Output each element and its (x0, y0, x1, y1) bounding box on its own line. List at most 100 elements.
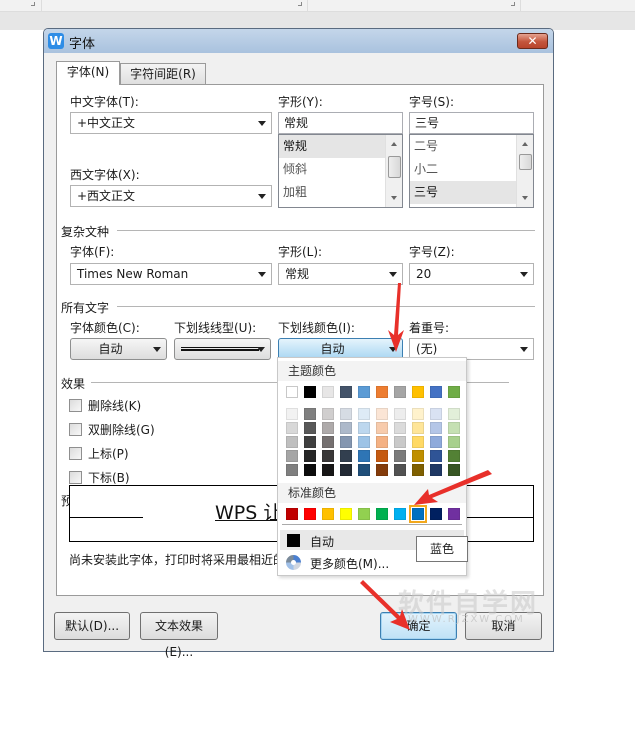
superscript-checkbox[interactable] (69, 447, 82, 460)
theme-shade-swatch[interactable] (448, 422, 460, 434)
size-option[interactable]: 小二 (410, 158, 533, 181)
theme-shade-swatch[interactable] (286, 450, 298, 462)
chinese-font-select[interactable]: +中文正文 (70, 112, 272, 134)
style-input[interactable]: 常规 (278, 112, 403, 134)
double-strikethrough-checkbox[interactable] (69, 423, 82, 436)
size-input[interactable]: 三号 (409, 112, 534, 134)
theme-color-swatch[interactable] (448, 386, 460, 398)
theme-shade-swatch[interactable] (430, 464, 442, 476)
style-option[interactable]: 倾斜 (279, 158, 402, 181)
auto-color-label[interactable]: 自动 (310, 533, 334, 550)
theme-shade-swatch[interactable] (322, 436, 334, 448)
theme-color-swatch[interactable] (394, 386, 406, 398)
superscript-label[interactable]: 上标(P) (88, 445, 129, 462)
complex-style-select[interactable]: 常规 (278, 263, 403, 285)
strikethrough-checkbox[interactable] (69, 399, 82, 412)
theme-shade-swatch[interactable] (376, 422, 388, 434)
size-option[interactable]: 三号 (410, 181, 533, 204)
size-option[interactable]: 二号 (410, 135, 533, 158)
theme-shade-swatch[interactable] (340, 464, 352, 476)
theme-shade-swatch[interactable] (304, 464, 316, 476)
standard-color-swatch-selected[interactable] (409, 505, 427, 523)
theme-shade-swatch[interactable] (394, 408, 406, 420)
theme-shade-swatch[interactable] (376, 408, 388, 420)
standard-color-swatch[interactable] (322, 508, 334, 520)
theme-shade-swatch[interactable] (412, 436, 424, 448)
standard-color-swatch[interactable] (376, 508, 388, 520)
size-listbox[interactable]: 二号 小二 三号 (409, 134, 534, 208)
theme-shade-swatch[interactable] (322, 422, 334, 434)
theme-color-swatch[interactable] (304, 386, 316, 398)
standard-color-swatch[interactable] (304, 508, 316, 520)
theme-shade-swatch[interactable] (376, 436, 388, 448)
scroll-up-icon[interactable] (391, 142, 397, 146)
theme-shade-swatch[interactable] (448, 464, 460, 476)
theme-shade-swatch[interactable] (304, 422, 316, 434)
underline-type-select[interactable] (174, 338, 271, 360)
theme-shade-swatch[interactable] (358, 408, 370, 420)
theme-color-swatch[interactable] (340, 386, 352, 398)
theme-shade-swatch[interactable] (412, 450, 424, 462)
font-color-select[interactable]: 自动 (70, 338, 167, 360)
theme-shade-swatch[interactable] (340, 450, 352, 462)
theme-shade-swatch[interactable] (286, 422, 298, 434)
theme-shade-swatch[interactable] (448, 408, 460, 420)
theme-shade-swatch[interactable] (430, 408, 442, 420)
theme-color-swatch[interactable] (358, 386, 370, 398)
theme-shade-swatch[interactable] (304, 408, 316, 420)
tab-font[interactable]: 字体(N) (56, 61, 120, 85)
style-option[interactable]: 常规 (279, 135, 402, 158)
theme-shade-swatch[interactable] (412, 408, 424, 420)
standard-color-swatch[interactable] (430, 508, 442, 520)
close-button[interactable]: ✕ (517, 33, 548, 49)
style-listbox[interactable]: 常规 倾斜 加粗 (278, 134, 403, 208)
theme-shade-swatch[interactable] (358, 450, 370, 462)
default-button[interactable]: 默认(D)... (54, 612, 130, 640)
theme-shade-swatch[interactable] (430, 450, 442, 462)
scroll-up-icon[interactable] (522, 142, 528, 146)
subscript-label[interactable]: 下标(B) (88, 469, 130, 486)
scroll-down-icon[interactable] (391, 196, 397, 200)
theme-shade-swatch[interactable] (412, 422, 424, 434)
strikethrough-label[interactable]: 删除线(K) (88, 397, 141, 414)
theme-shade-swatch[interactable] (322, 464, 334, 476)
theme-shade-swatch[interactable] (304, 436, 316, 448)
theme-color-swatch[interactable] (430, 386, 442, 398)
theme-shade-swatch[interactable] (304, 450, 316, 462)
theme-shade-swatch[interactable] (322, 450, 334, 462)
more-colors-option[interactable]: 更多颜色(M)... (310, 555, 389, 572)
scroll-down-icon[interactable] (522, 196, 528, 200)
style-option[interactable]: 加粗 (279, 181, 402, 204)
theme-shade-swatch[interactable] (394, 464, 406, 476)
theme-shade-swatch[interactable] (412, 464, 424, 476)
theme-shade-swatch[interactable] (394, 436, 406, 448)
theme-color-swatch[interactable] (286, 386, 298, 398)
theme-color-swatch[interactable] (376, 386, 388, 398)
theme-shade-swatch[interactable] (286, 464, 298, 476)
western-font-select[interactable]: +西文正文 (70, 185, 272, 207)
standard-color-swatch[interactable] (448, 508, 460, 520)
text-effect-button[interactable]: 文本效果(E)... (140, 612, 218, 659)
theme-shade-swatch[interactable] (358, 422, 370, 434)
theme-color-swatch[interactable] (322, 386, 334, 398)
theme-shade-swatch[interactable] (376, 464, 388, 476)
standard-color-swatch[interactable] (394, 508, 406, 520)
scroll-thumb[interactable] (519, 154, 532, 170)
theme-shade-swatch[interactable] (358, 464, 370, 476)
standard-color-swatch[interactable] (358, 508, 370, 520)
double-strikethrough-label[interactable]: 双删除线(G) (88, 421, 155, 438)
theme-shade-swatch[interactable] (286, 408, 298, 420)
theme-shade-swatch[interactable] (286, 436, 298, 448)
theme-shade-swatch[interactable] (448, 436, 460, 448)
theme-shade-swatch[interactable] (394, 450, 406, 462)
tab-character-spacing[interactable]: 字符间距(R) (120, 63, 206, 85)
theme-shade-swatch[interactable] (430, 436, 442, 448)
theme-shade-swatch[interactable] (448, 450, 460, 462)
style-scrollbar[interactable] (385, 135, 402, 207)
theme-color-swatch[interactable] (412, 386, 424, 398)
title-bar[interactable]: W 字体 ✕ (44, 29, 553, 53)
theme-shade-swatch[interactable] (376, 450, 388, 462)
theme-shade-swatch[interactable] (340, 436, 352, 448)
theme-shade-swatch[interactable] (358, 436, 370, 448)
theme-shade-swatch[interactable] (340, 422, 352, 434)
